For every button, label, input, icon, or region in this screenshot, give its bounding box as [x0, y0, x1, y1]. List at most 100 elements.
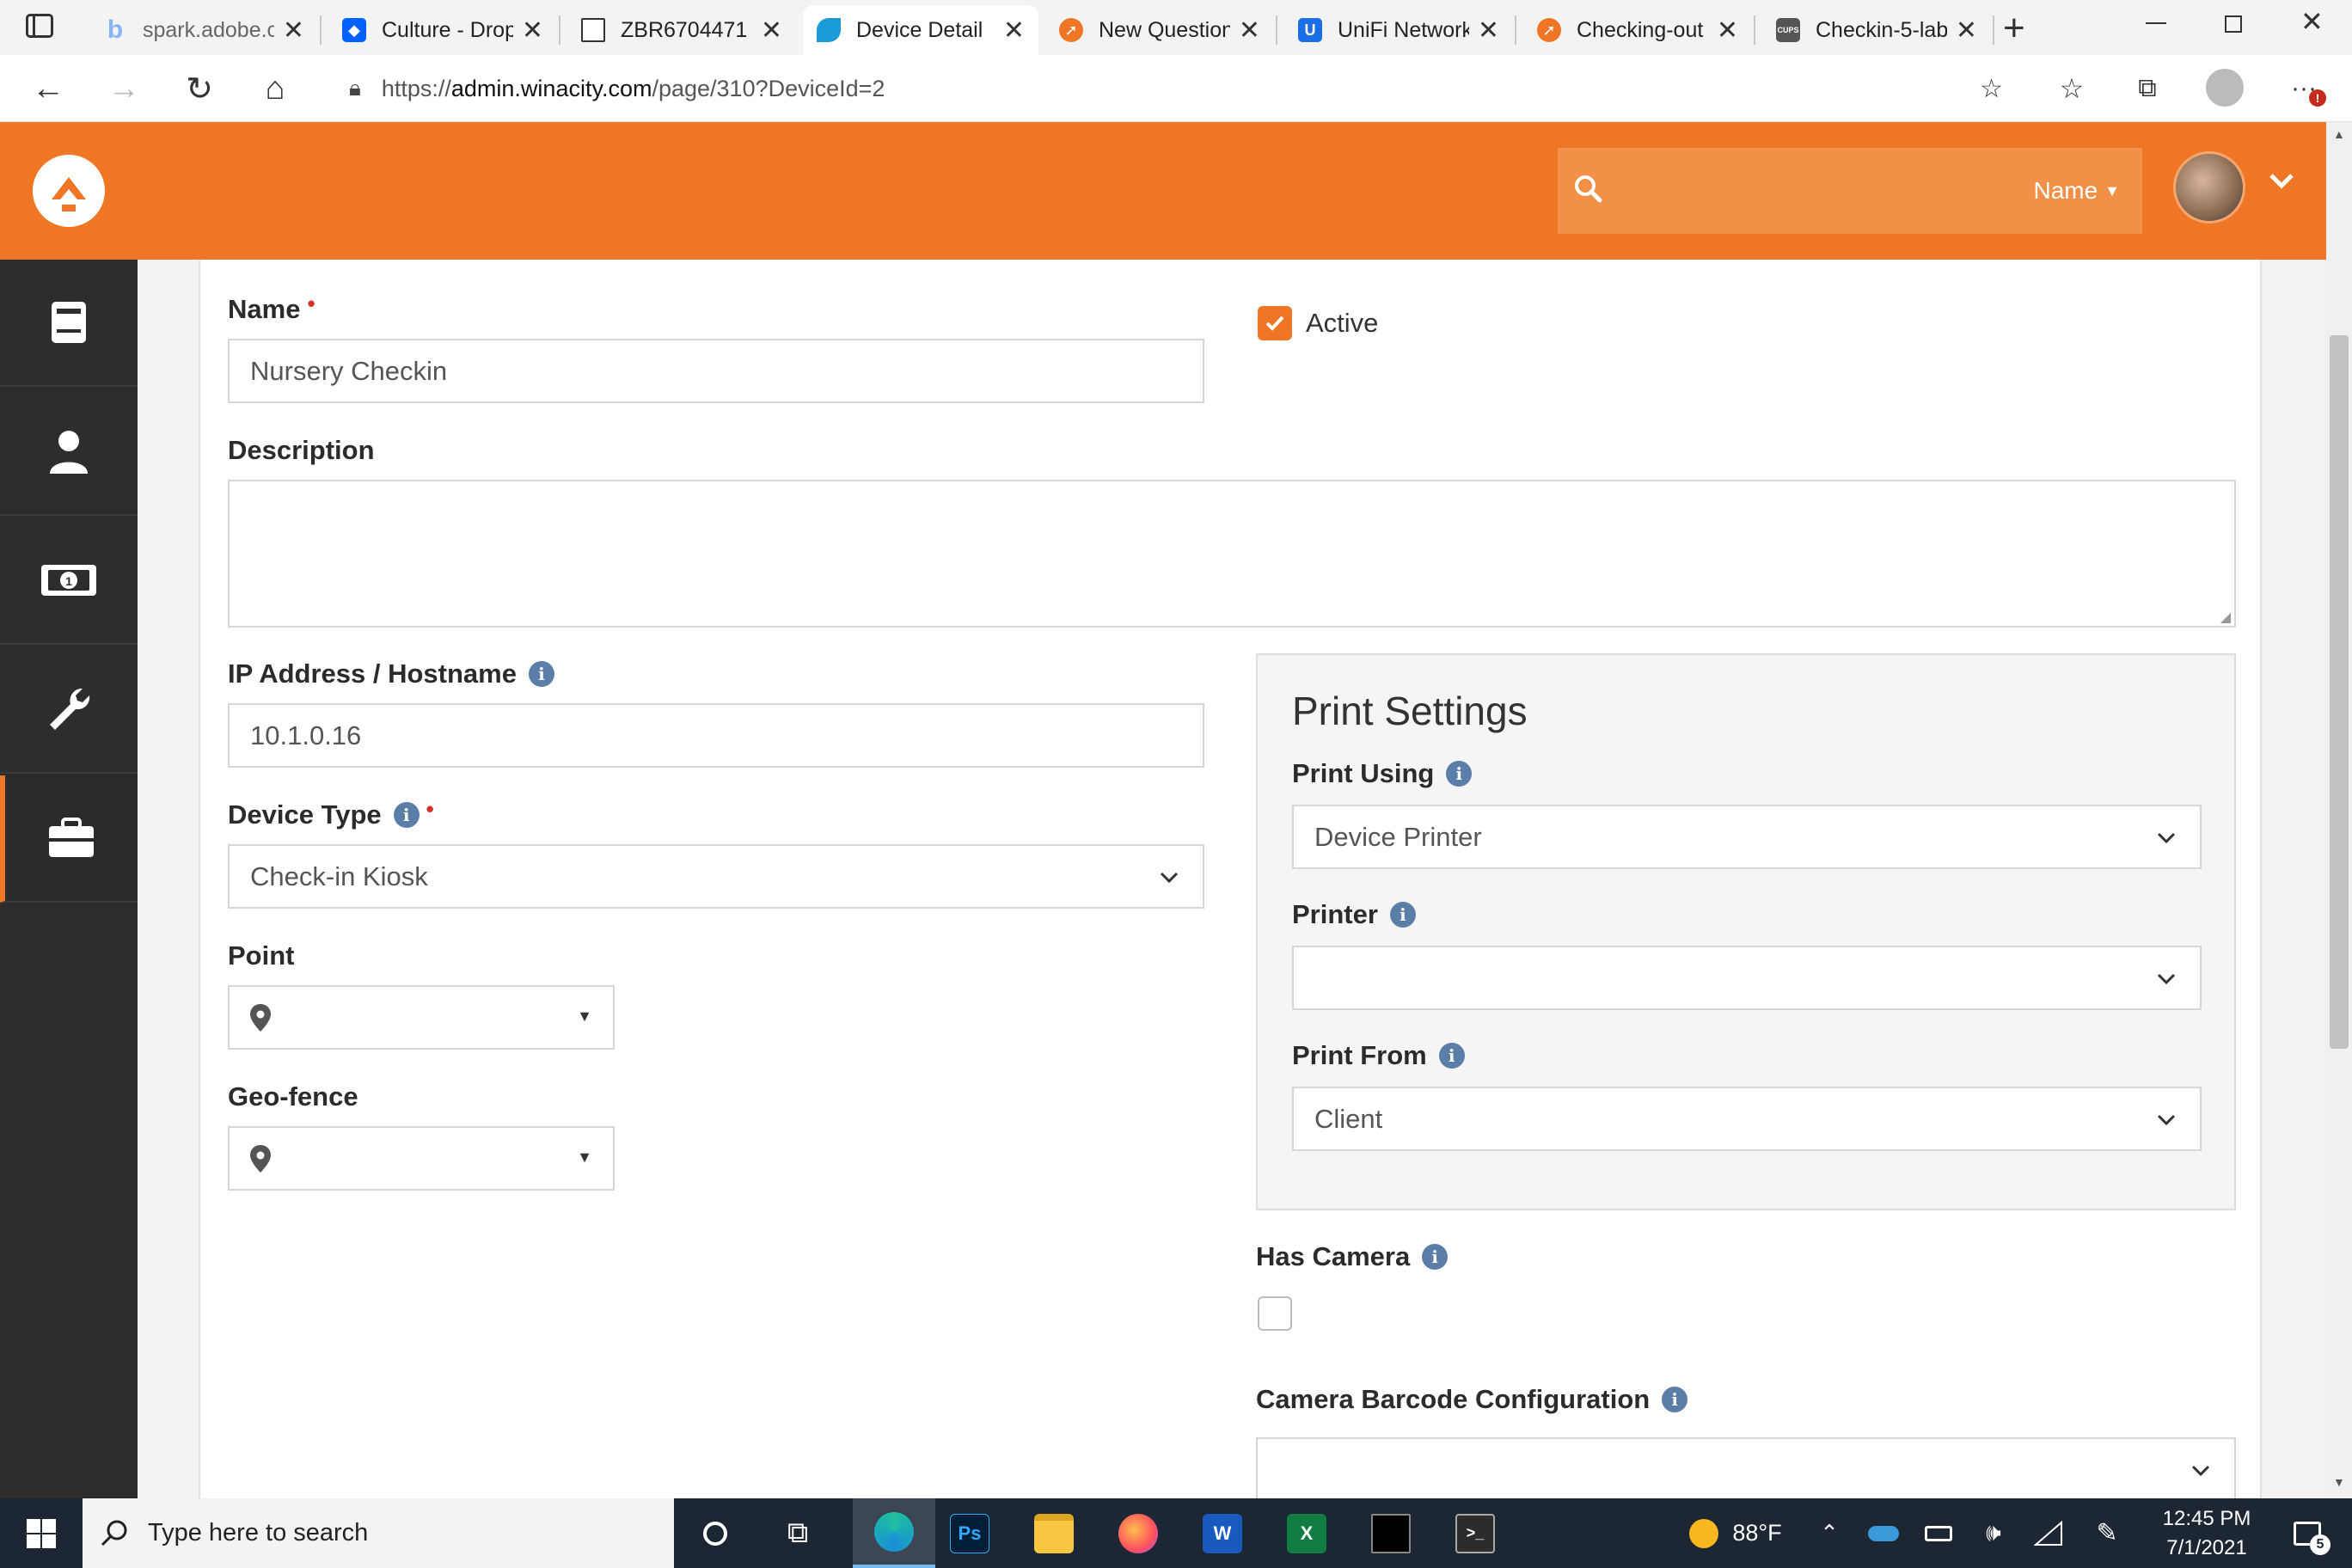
close-tab-icon[interactable]: ✕ [522, 15, 543, 46]
name-value: Nursery Checkin [250, 355, 448, 386]
ip-address-input[interactable]: 10.1.0.16 [228, 703, 1204, 768]
collections-icon[interactable]: ⧉ [2125, 67, 2170, 110]
cortana-button[interactable] [688, 1498, 743, 1568]
browser-tab-active[interactable]: Device Detail ✕ [803, 5, 1038, 55]
address-bar[interactable]: 🔒︎ https://admin.winacity.com/page/310?D… [325, 62, 2015, 115]
info-icon[interactable]: i [1662, 1387, 1688, 1412]
taskbar-app-excel[interactable]: X [1279, 1498, 1334, 1568]
weather-widget[interactable]: 88°F [1671, 1498, 1800, 1568]
search-box[interactable]: Name ▼ [1558, 148, 2142, 234]
point-picker[interactable]: ▼ [228, 985, 615, 1050]
print-from-select[interactable]: Client [1292, 1087, 2202, 1151]
clock[interactable]: 12:45 PM 7/1/2021 [2142, 1498, 2271, 1568]
info-icon[interactable]: i [1389, 902, 1416, 928]
device-type-select[interactable]: Check-in Kiosk [228, 844, 1204, 909]
close-tab-icon[interactable]: ✕ [1003, 15, 1025, 46]
printer-select[interactable] [1292, 946, 2202, 1010]
user-avatar[interactable] [2173, 151, 2245, 224]
wifi-icon[interactable] [2029, 1498, 2068, 1568]
info-icon[interactable]: i [1438, 1043, 1465, 1069]
has-camera-label: Has Camera i [1256, 1241, 1449, 1272]
rock-logo-icon: ➚ [1059, 18, 1083, 42]
browser-tab[interactable]: CUPS Checkin-5-lab ✕ [1762, 5, 1991, 55]
restore-button[interactable] [2225, 15, 2242, 33]
close-tab-icon[interactable]: ✕ [1956, 15, 1977, 46]
notification-count: 5 [2310, 1534, 2331, 1555]
search-scope-dropdown[interactable]: Name ▼ [2033, 177, 2120, 205]
app-header: Name ▼ [0, 122, 2352, 260]
print-using-label-text: Print Using [1292, 758, 1435, 788]
close-tab-icon[interactable]: ✕ [1717, 15, 1738, 46]
print-using-select[interactable]: Device Printer [1292, 805, 2202, 869]
sidebar-item-tools[interactable] [0, 646, 138, 774]
sidebar-item-finance[interactable]: 1 [0, 518, 138, 645]
taskbar-app-window[interactable] [1363, 1498, 1418, 1568]
notification-center-button[interactable]: 5 [2282, 1498, 2333, 1568]
camera-barcode-select[interactable] [1256, 1437, 2236, 1502]
start-button[interactable] [0, 1498, 83, 1568]
refresh-icon[interactable]: ↻ [177, 67, 222, 110]
browser-tab[interactable]: ➚ New Question ✕ [1045, 5, 1274, 55]
browser-tab[interactable]: ZBR6704471 - ✕ [567, 5, 796, 55]
svg-text:1: 1 [65, 574, 72, 588]
rock-logo[interactable] [33, 155, 105, 227]
onedrive-icon[interactable] [1864, 1498, 1903, 1568]
sidebar-item-books[interactable] [0, 260, 138, 387]
battery-icon[interactable] [1919, 1498, 1958, 1568]
taskbar-search-box[interactable]: Type here to search [83, 1498, 674, 1568]
browser-tab[interactable]: U UniFi Network ✕ [1284, 5, 1513, 55]
sidebar-item-people[interactable] [0, 389, 138, 516]
info-icon[interactable]: i [528, 661, 554, 687]
sidebar-item-admin[interactable] [0, 775, 138, 903]
geofence-picker[interactable]: ▼ [228, 1126, 615, 1191]
close-tab-icon[interactable]: ✕ [1239, 15, 1260, 46]
scroll-up-arrow-icon[interactable]: ▲ [2333, 127, 2345, 141]
show-hidden-icons[interactable]: ⌃ [1812, 1498, 1847, 1568]
clock-time: 12:45 PM [2162, 1506, 2251, 1530]
volume-icon[interactable]: 🕪︎ [1974, 1498, 2013, 1568]
pen-icon[interactable]: ✎ [2087, 1498, 2127, 1568]
add-favorite-icon[interactable]: ☆ [1980, 74, 2003, 104]
close-window-button[interactable]: ✕ [2300, 5, 2324, 38]
person-icon [50, 431, 88, 474]
favorites-icon[interactable]: ☆ [2049, 67, 2094, 110]
taskbar-app-word[interactable]: W [1195, 1498, 1250, 1568]
taskbar-app-terminal[interactable]: >_ [1448, 1498, 1503, 1568]
info-icon[interactable]: i [393, 802, 420, 828]
chevron-down-icon[interactable] [2266, 165, 2297, 200]
close-tab-icon[interactable]: ✕ [1478, 15, 1499, 46]
taskbar-app-edge[interactable] [853, 1498, 935, 1568]
resize-handle-icon[interactable]: ◢ [2220, 609, 2231, 626]
minimize-button[interactable] [2146, 22, 2166, 24]
browser-tab[interactable]: ➚ Checking-out ✕ [1523, 5, 1752, 55]
dropbox-icon: ◆ [342, 18, 366, 42]
page-scrollbar[interactable]: ▲ ▼ [2326, 122, 2352, 1498]
tab-actions-icon[interactable] [26, 14, 53, 38]
cortana-circle-icon [703, 1521, 727, 1546]
taskbar-app-explorer[interactable] [1026, 1498, 1081, 1568]
task-view-button[interactable]: ⧉ [770, 1498, 825, 1568]
excel-icon: X [1287, 1513, 1326, 1553]
scroll-down-arrow-icon[interactable]: ▼ [2333, 1475, 2345, 1489]
forward-arrow-icon[interactable]: → [101, 67, 146, 110]
info-icon[interactable]: i [1446, 761, 1473, 787]
close-tab-icon[interactable]: ✕ [283, 15, 304, 46]
browser-tab[interactable]: b spark.adobe.c ✕ [89, 5, 318, 55]
back-arrow-icon[interactable]: ← [26, 67, 70, 110]
ip-address-label-text: IP Address / Hostname [228, 658, 517, 689]
new-tab-button[interactable]: + [2003, 7, 2025, 50]
profile-avatar[interactable] [2206, 69, 2244, 107]
home-icon[interactable]: ⌂ [253, 67, 297, 110]
taskbar-app-firefox[interactable] [1111, 1498, 1166, 1568]
close-tab-icon[interactable]: ✕ [761, 15, 782, 46]
has-camera-checkbox[interactable] [1258, 1296, 1292, 1331]
description-textarea[interactable]: ◢ [228, 480, 2236, 628]
scrollbar-thumb[interactable] [2330, 335, 2349, 1049]
active-checkbox[interactable] [1258, 306, 1292, 340]
taskbar-app-photoshop[interactable]: Ps [942, 1498, 997, 1568]
info-icon[interactable]: i [1422, 1244, 1449, 1270]
tab-title: spark.adobe.c [143, 17, 274, 42]
print-from-label: Print From i [1292, 1040, 1465, 1071]
browser-tab[interactable]: ◆ Culture - Drop ✕ [328, 5, 557, 55]
name-input[interactable]: Nursery Checkin [228, 339, 1204, 403]
